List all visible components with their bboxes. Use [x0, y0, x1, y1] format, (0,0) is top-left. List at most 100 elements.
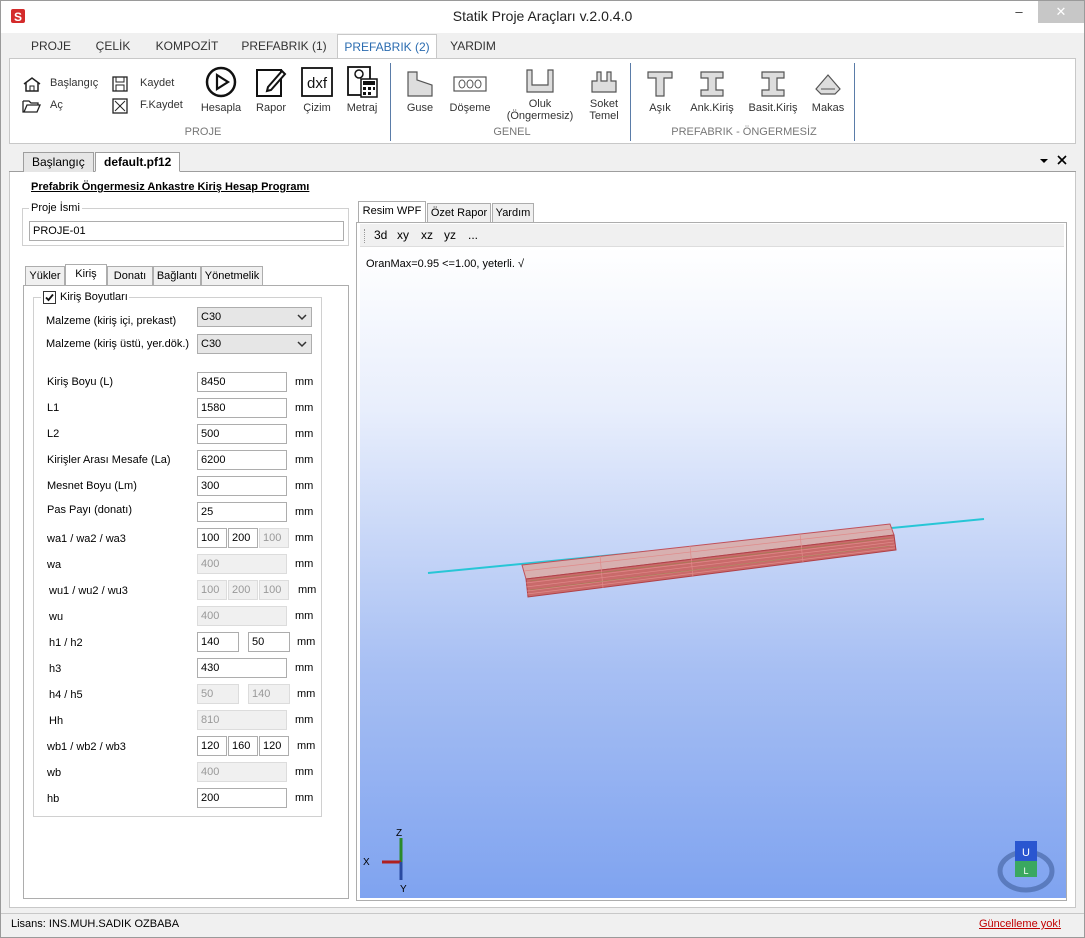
ank-kiris-button[interactable]: Ank.Kiriş [686, 69, 738, 114]
wu1-input: 100 [197, 580, 227, 600]
unit-mm: mm [295, 792, 314, 804]
fkaydet-label: F.Kaydet [140, 99, 183, 111]
basit-kiris-button[interactable]: Basit.Kiriş [744, 69, 802, 114]
dxf-icon-text: dxf [307, 75, 328, 92]
dropdown-arrow-icon[interactable] [1039, 157, 1049, 165]
oluk-label-1: Oluk [528, 98, 552, 110]
wa-input: 400 [197, 554, 287, 574]
ac-button[interactable]: Aç [22, 98, 82, 114]
wb3-input[interactable]: 120 [259, 736, 289, 756]
oluk-button[interactable]: Oluk (Öngermesiz) [504, 67, 576, 122]
wa2-input[interactable]: 200 [228, 528, 258, 548]
doc-tab-default[interactable]: default.pf12 [95, 152, 181, 172]
kaydet-button[interactable]: Kaydet [112, 76, 192, 92]
wu2-input: 200 [228, 580, 258, 600]
proje-ismi-input[interactable]: PROJE-01 [29, 221, 344, 241]
kiris-boyu-input[interactable]: 8450 [197, 372, 287, 392]
channel-icon [526, 69, 554, 93]
unit-mm: mm [297, 688, 316, 700]
check-icon [45, 293, 54, 302]
wb1-input[interactable]: 120 [197, 736, 227, 756]
app-window: S Statik Proje Araçları v.2.0.4.0 – ✕ PR… [0, 0, 1085, 938]
view-toolbar: 3d xy xz yz ... [360, 224, 1064, 247]
tab-kiris[interactable]: Kiriş [65, 264, 107, 286]
tab-prefabrik-2[interactable]: PREFABRIK (2) [337, 34, 437, 58]
la-input[interactable]: 6200 [197, 450, 287, 470]
h4-input: 50 [197, 684, 239, 704]
makas-button[interactable]: Makas [808, 69, 848, 114]
tab-yardim[interactable]: YARDIM [445, 34, 501, 58]
edit-report-icon [256, 69, 287, 97]
rapor-button[interactable]: Rapor [250, 65, 292, 114]
group-label-prefabrik: PREFABRIK - ÖNGERMESİZ [671, 126, 817, 138]
h2-input[interactable]: 50 [248, 632, 290, 652]
soket-temel-button[interactable]: Soket Temel [584, 67, 624, 122]
program-title: Prefabrik Öngermesiz Ankastre Kiriş Hesa… [31, 181, 310, 193]
tab-yukler[interactable]: Yükler [25, 266, 65, 286]
view-xz-button[interactable]: xz [421, 228, 433, 242]
tab-yonetmelik[interactable]: Yönetmelik [201, 266, 263, 286]
malzeme2-select[interactable]: C30 [197, 334, 312, 354]
wb2-input[interactable]: 160 [228, 736, 258, 756]
guse-button[interactable]: Guse [400, 69, 440, 114]
window-title: Statik Proje Araçları v.2.0.4.0 [452, 8, 633, 24]
tab-prefabrik-1[interactable]: PREFABRIK (1) [237, 34, 331, 58]
view-xy-button[interactable]: xy [397, 228, 409, 242]
lm-input[interactable]: 300 [197, 476, 287, 496]
dxf-file-icon: dxf [301, 67, 333, 97]
maximize-button[interactable] [1006, 1, 1036, 23]
h3-label: h3 [49, 663, 62, 675]
doc-tab-baslangic[interactable]: Başlangıç [23, 152, 94, 172]
wu-label: wu [49, 611, 64, 623]
kiris-boyutlari-checkbox[interactable] [43, 291, 56, 304]
wa1-input[interactable]: 100 [197, 528, 227, 548]
malzeme1-label: Malzeme (kiriş içi, prekast) [46, 315, 177, 327]
rapor-label: Rapor [256, 102, 286, 114]
pas-payi-input[interactable]: 25 [197, 502, 287, 522]
view-more-button[interactable]: ... [468, 228, 478, 242]
hb-input[interactable]: 200 [197, 788, 287, 808]
cizim-button[interactable]: dxf Çizim [298, 65, 336, 114]
metraj-button[interactable]: Metraj [342, 65, 382, 114]
l2-input[interactable]: 500 [197, 424, 287, 444]
baslangic-button[interactable]: Başlangıç [22, 76, 112, 92]
l1-label: L1 [47, 402, 60, 414]
fkaydet-button[interactable]: F.Kaydet [112, 98, 192, 114]
tab-yardim-right[interactable]: Yardım [492, 203, 534, 223]
view-cube[interactable]: U L [997, 841, 1055, 893]
guse-icon [407, 71, 433, 97]
update-link[interactable]: Güncelleme yok! [979, 918, 1061, 930]
doseme-button[interactable]: Döşeme [448, 69, 492, 114]
calculator-icon [347, 66, 378, 98]
3d-viewport[interactable]: OranMax=0.95 <=1.00, yeterli. √ Z X Y U … [360, 247, 1066, 898]
l1-input[interactable]: 1580 [197, 398, 287, 418]
wa-label: wa [47, 559, 62, 571]
hesapla-button[interactable]: Hesapla [198, 65, 244, 114]
asik-button[interactable]: Aşık [642, 69, 678, 114]
unit-mm: mm [295, 662, 314, 674]
tab-resim-wpf[interactable]: Resim WPF [358, 201, 426, 222]
view-3d-button[interactable]: 3d [374, 228, 387, 242]
tab-ozet-rapor[interactable]: Özet Rapor [427, 203, 491, 223]
ribbon-separator [630, 63, 631, 141]
asik-label: Aşık [649, 102, 671, 114]
basit-kiris-label: Basit.Kiriş [748, 102, 798, 114]
tab-celik[interactable]: ÇELİK [89, 34, 137, 58]
h3-input[interactable]: 430 [197, 658, 287, 678]
baslangic-label: Başlangıç [50, 77, 99, 89]
h1-input[interactable]: 140 [197, 632, 239, 652]
tab-baglanti[interactable]: Bağlantı [153, 266, 201, 286]
tab-donati[interactable]: Donatı [107, 266, 153, 286]
close-window-button[interactable]: ✕ [1038, 1, 1084, 23]
close-tab-icon[interactable] [1057, 155, 1067, 165]
unit-mm: mm [295, 766, 314, 778]
h12-label: h1 / h2 [49, 637, 83, 649]
view-yz-button[interactable]: yz [444, 228, 456, 242]
wa123-label: wa1 / wa2 / wa3 [47, 533, 126, 545]
ank-kiris-label: Ank.Kiriş [690, 102, 734, 114]
wb123-label: wb1 / wb2 / wb3 [47, 741, 126, 753]
malzeme1-select[interactable]: C30 [197, 307, 312, 327]
metraj-label: Metraj [346, 102, 378, 114]
tab-proje[interactable]: PROJE [21, 34, 81, 58]
tab-kompozit[interactable]: KOMPOZİT [149, 34, 225, 58]
